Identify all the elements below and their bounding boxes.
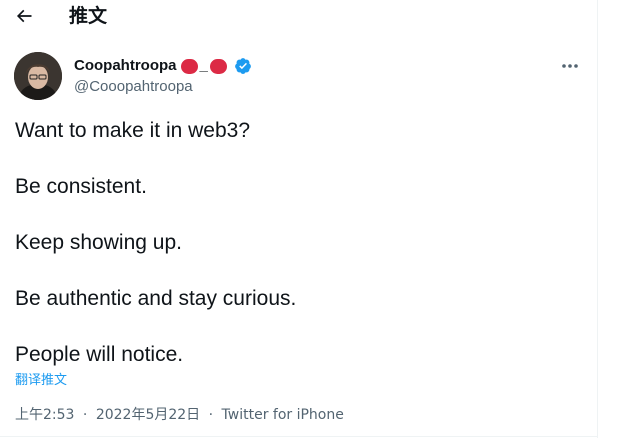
more-horizontal-icon — [562, 64, 578, 68]
tweet-line: Keep showing up. — [15, 231, 182, 254]
meta-separator: · — [82, 407, 88, 423]
tweet-line: Be consistent. — [15, 175, 147, 198]
tweet-line: Be authentic and stay curious. — [15, 287, 297, 310]
author-display-name[interactable]: Coopahtroopa — [74, 56, 177, 76]
avatar-image — [14, 52, 62, 100]
name-separator: _ — [199, 57, 208, 74]
tweet-time[interactable]: 上午2:53 — [15, 407, 74, 423]
red-circle-icon — [180, 58, 198, 74]
more-options-button[interactable] — [556, 56, 584, 76]
avatar[interactable] — [14, 52, 62, 100]
tweet-header: 推文 — [0, 0, 597, 32]
page-title: 推文 — [69, 5, 108, 27]
arrow-left-icon — [16, 9, 32, 23]
tweet-line: Want to make it in web3? — [15, 119, 250, 142]
tweet-source[interactable]: Twitter for iPhone — [222, 407, 344, 423]
meta-separator: · — [208, 407, 214, 423]
author-handle[interactable]: @Cooopahtroopa — [74, 78, 193, 96]
translate-tweet-link[interactable]: 翻译推文 — [15, 373, 67, 389]
divider — [0, 436, 597, 437]
tweet-date[interactable]: 2022年5月22日 — [96, 407, 200, 423]
name-emoji-group: _ — [180, 56, 227, 76]
tweet-line: People will notice. — [15, 343, 184, 366]
red-circle-icon — [209, 58, 227, 74]
tweet-meta: 上午2:53 · 2022年5月22日 · Twitter for iPhone — [15, 406, 344, 424]
tweet-text: Want to make it in web3? Be consistent. … — [15, 117, 585, 369]
column-border — [597, 0, 598, 438]
verified-badge-icon — [234, 58, 251, 74]
back-button[interactable] — [10, 2, 38, 30]
author-name-row[interactable]: Coopahtroopa _ — [74, 56, 252, 76]
